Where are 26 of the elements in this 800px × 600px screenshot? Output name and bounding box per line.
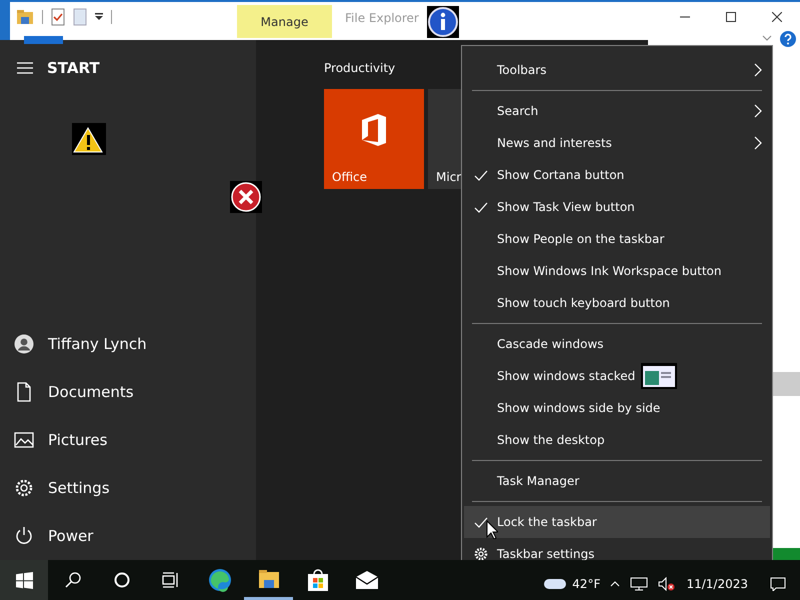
menu-item[interactable]: News and interests bbox=[464, 127, 770, 159]
start-menu-item[interactable]: Power bbox=[0, 512, 256, 560]
start-title: START bbox=[47, 59, 100, 77]
app-tile[interactable]: Office bbox=[324, 89, 424, 189]
menu-item[interactable]: Show the desktop bbox=[464, 424, 770, 456]
window-title: File Explorer bbox=[345, 11, 419, 25]
menu-item[interactable]: Show windows stacked bbox=[464, 360, 770, 392]
menu-item[interactable]: Show Task View button bbox=[464, 191, 770, 223]
menu-item[interactable]: Toolbars bbox=[464, 54, 770, 86]
start-menu-item[interactable]: Tiffany Lynch bbox=[0, 320, 256, 368]
menu-item[interactable]: Show People on the taskbar bbox=[464, 223, 770, 255]
start-menu-item[interactable]: Pictures bbox=[0, 416, 256, 464]
menu-item[interactable]: Show Windows Ink Workspace button bbox=[464, 255, 770, 287]
menu-item[interactable]: Lock the taskbar bbox=[464, 506, 770, 538]
menu-item[interactable]: Show Cortana button bbox=[464, 159, 770, 191]
manage-tab[interactable]: Manage bbox=[237, 5, 332, 38]
menu-item[interactable]: Cascade windows bbox=[464, 328, 770, 360]
start-menu-item[interactable]: Documents bbox=[0, 368, 256, 416]
menu-item[interactable]: Search bbox=[464, 95, 770, 127]
group-title: Productivity bbox=[324, 61, 396, 77]
start-menu-item[interactable]: Settings bbox=[0, 464, 256, 512]
menu-item[interactable]: Show windows side by side bbox=[464, 392, 770, 424]
temperature-text: 42°F bbox=[572, 577, 600, 591]
menu-item[interactable]: Show touch keyboard button bbox=[464, 287, 770, 319]
menu-item[interactable]: Task Manager bbox=[464, 465, 770, 497]
date-text: 11/1/2023 bbox=[686, 577, 748, 591]
